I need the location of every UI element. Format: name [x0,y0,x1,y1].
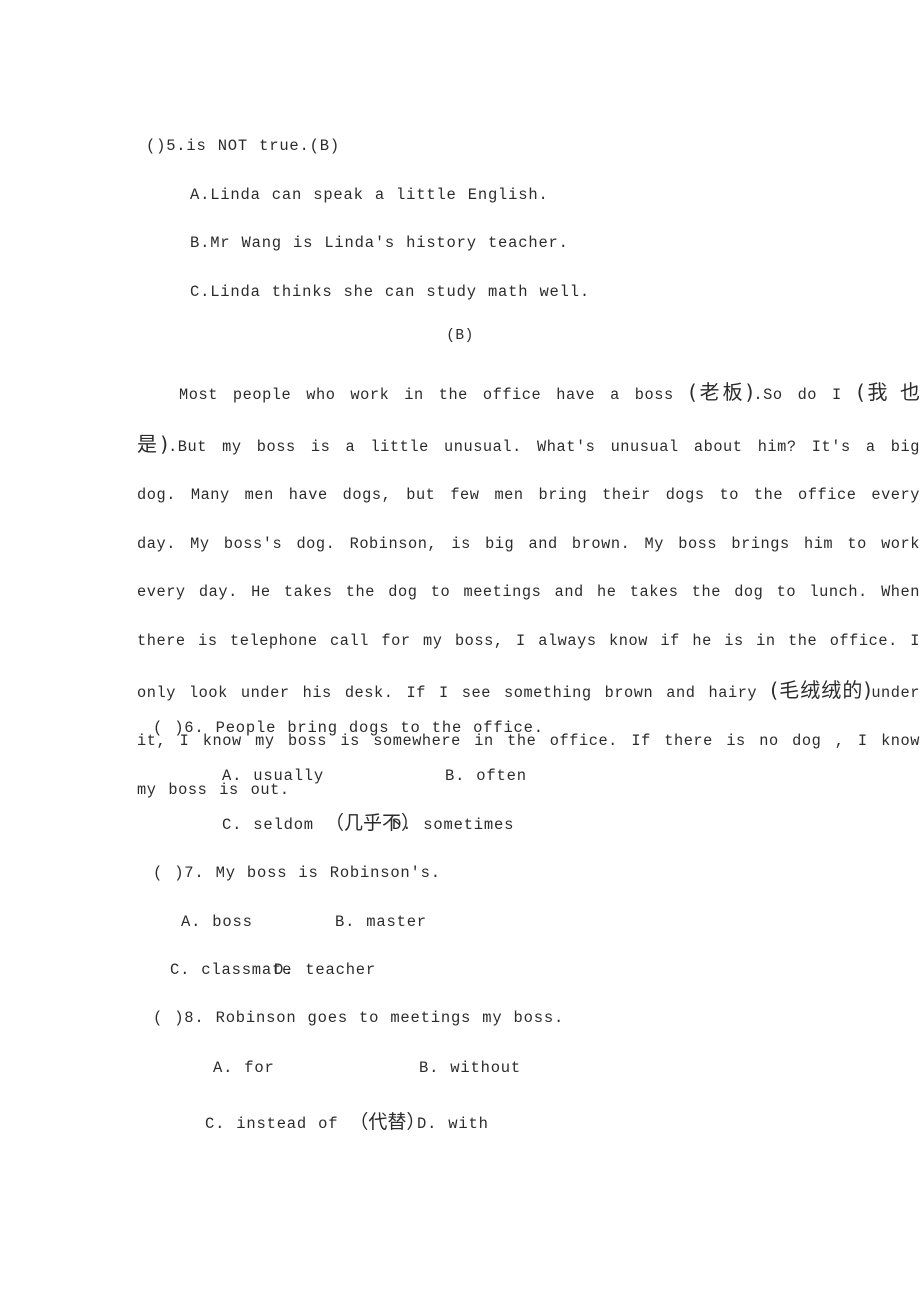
question-8-option-c-gloss: （代替） [349,1111,426,1133]
document-page: ()5.is NOT true.(B) A.Linda can speak a … [0,0,920,1303]
question-5-option-a: A.Linda can speak a little English. [190,186,549,204]
question-5-option-c: C.Linda thinks she can study math well. [190,283,590,301]
question-6-option-c: C. seldom （几乎不） [222,813,420,835]
question-6-option-c-text: C. seldom [222,816,326,834]
question-8-option-b: B. without [419,1059,522,1077]
question-6-option-d: D. sometimes [392,816,515,834]
question-5-stem: ()5.is NOT true.(B) [146,137,340,155]
question-7-option-d: D. teacher [274,961,377,979]
question-8-option-c: C. instead of （代替） [205,1112,425,1134]
question-6-stem: ( )6. People bring dogs to the office. [153,719,544,737]
question-7-option-a: A. boss [181,913,253,931]
question-5-option-b: B.Mr Wang is Linda's history teacher. [190,234,569,252]
section-heading: (B) [446,328,474,344]
question-7-stem: ( )7. My boss is Robinson's. [153,864,441,882]
question-8-stem: ( )8. Robinson goes to meetings my boss. [153,1009,565,1027]
passage-gloss-laoban: (老板) [688,380,754,404]
question-6-option-a: A. usually [222,767,325,785]
reading-passage: Most people who work in the office have … [137,368,920,814]
passage-gloss-maorongrongde: (毛绒绒的) [770,677,872,702]
passage-segment-text: .So do I [753,386,857,404]
passage-segment-text: .But my boss is a little unusual. What's… [137,437,920,702]
question-6-option-b: B. often [445,767,527,785]
question-7-option-b: B. master [335,913,427,931]
question-8-option-c-text: C. instead of [205,1115,350,1133]
question-8-option-d: D. with [417,1115,489,1133]
question-8-option-a: A. for [213,1059,275,1077]
passage-segment-text: Most people who work in the office have … [179,386,689,404]
